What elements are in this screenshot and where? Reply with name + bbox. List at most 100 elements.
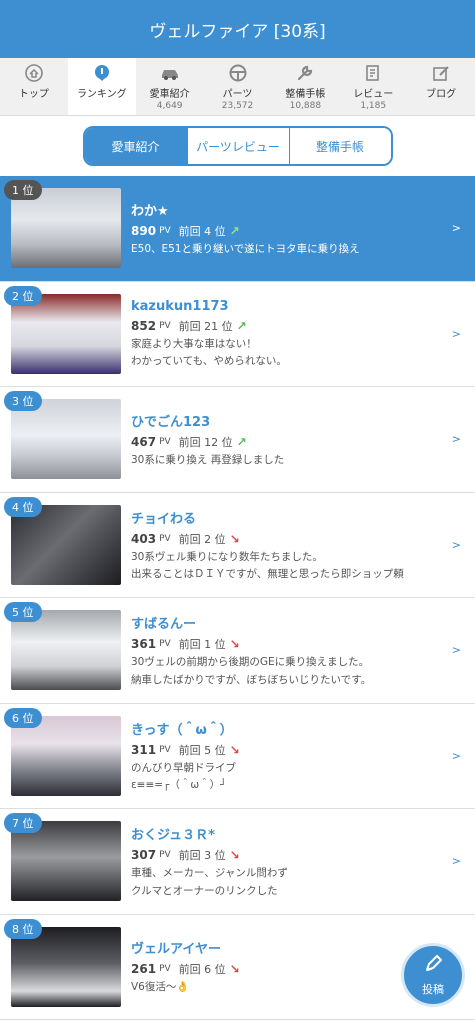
car-thumbnail [11,610,121,691]
tab-parts[interactable]: パーツ 23,572 [204,58,272,115]
description-line-1: E50、E51と乗り継いで遂にトヨタ車に乗り換え [131,242,360,255]
blog-icon [431,64,451,82]
app-header: ヴェルファイア [30系] [0,0,475,58]
ranking-row[interactable]: 5 位 すばるんー 361 PV 前回 1 位 ↘ 30ヴェルの前期から後期のG… [0,598,475,704]
review-icon [363,64,383,82]
user-name[interactable]: すばるんー [131,613,453,632]
rank-badge: 7 位 [4,813,42,833]
ranking-row[interactable]: 4 位 チョイわる 403 PV 前回 2 位 ↘ 30系ヴェル乗りになり数年た… [0,492,475,598]
pv-line: 852 PV 前回 21 位 ↗ [131,318,453,334]
description-line-2: 納車したばかりですが、ぼちぼちいじりたいです。 [131,673,372,686]
rank-badge: 4 位 [4,496,42,517]
description-line-1: 車種、メーカー、ジャンル問わず [131,867,288,880]
post-button-label: 投稿 [422,983,444,996]
chevron-right-icon: > [451,538,461,552]
tab-label: ブログ [426,89,457,100]
segment-car-intro[interactable]: 愛車紹介 [84,128,187,164]
ranking-info: きっす（＾ω＾） 311 PV 前回 5 位 ↘ のんびり早朝ドライブ ε≡≡=… [131,719,475,793]
previous-rank: 前回 3 位 [178,849,226,863]
user-name[interactable]: チョイわる [131,508,453,527]
rank-badge: 3 位 [4,391,42,411]
user-name[interactable]: わか★ [131,200,453,219]
ranking-info: kazukun1173 852 PV 前回 21 位 ↗ 家庭より大事な車はない… [131,299,475,369]
trend-up-icon: ↗ [236,318,247,333]
user-name[interactable]: きっす（＾ω＾） [131,719,453,738]
pv-count: 852 [131,318,157,333]
ranking-info: おくジュ３Ｒ* 307 PV 前回 3 位 ↘ 車種、メーカー、ジャンル問わず … [131,824,475,898]
car-thumbnail [11,188,121,269]
segment-control: 愛車紹介 パーツレビュー 整備手帳 [82,126,393,166]
category-tabs: トップ ランキング 愛車紹介 4,649 パーツ 23,572 整備手帳 10,… [0,58,475,116]
previous-rank: 前回 5 位 [178,743,226,757]
ranking-row[interactable]: 7 位 おくジュ３Ｒ* 307 PV 前回 3 位 ↘ 車種、メーカー、ジャンル… [0,809,475,915]
pv-count: 311 [131,742,157,757]
chevron-right-icon: > [451,854,461,868]
car-icon [160,64,180,82]
rank-badge: 5 位 [4,602,42,622]
tab-label: トップ [18,89,49,100]
pv-line: 403 PV 前回 2 位 ↘ [131,531,453,547]
pv-count: 361 [131,637,157,652]
previous-rank: 前回 21 位 [178,319,233,333]
ranking-row[interactable]: 3 位 ひでごん123 467 PV 前回 12 位 ↗ 30系に乗り換え 再登… [0,387,475,493]
description-line-1: 30系に乗り換え 再登録しました [131,453,285,466]
tab-blog[interactable]: ブログ [407,58,475,115]
rank-badge: 2 位 [4,285,42,306]
ranking-icon [92,64,112,82]
tab-label: ランキング [76,89,127,100]
ranking-row[interactable]: 1 位 わか★ 890 PV 前回 4 位 ↗ E50、E51と乗り継いで遂にト… [0,176,475,282]
pv-unit: PV [159,533,171,544]
trend-up-icon: ↗ [236,434,247,449]
description-line-1: 家庭より大事な車はない！ [131,337,257,350]
tab-ranking[interactable]: ランキング [67,58,136,115]
rank-badge: 8 位 [4,918,42,939]
chevron-right-icon: > [451,749,461,763]
car-thumbnail [11,399,121,480]
chevron-right-icon: > [451,432,461,446]
user-name[interactable]: おくジュ３Ｒ* [131,824,453,843]
user-name[interactable]: kazukun1173 [131,299,453,314]
tab-top[interactable]: トップ [0,58,68,115]
ranking-info: わか★ 890 PV 前回 4 位 ↗ E50、E51と乗り継いで遂にトヨタ車に… [131,200,475,257]
chevron-right-icon: > [451,221,461,235]
ranking-info: チョイわる 403 PV 前回 2 位 ↘ 30系ヴェル乗りになり数年たちました… [131,508,475,582]
pen-icon [422,953,444,979]
pv-unit: PV [159,964,171,975]
pv-count: 890 [131,223,157,238]
page-title: ヴェルファイア [30系] [149,21,326,42]
description-line-2: 出来ることはＤＩＹですが、無理と思ったら即ショップ頼 [131,568,404,581]
rank-badge: 6 位 [4,707,42,728]
ranking-info: ひでごん123 467 PV 前回 12 位 ↗ 30系に乗り換え 再登録しまし… [131,411,475,468]
previous-rank: 前回 6 位 [178,963,226,977]
car-thumbnail [11,821,121,902]
tab-count: 10,888 [289,101,322,111]
chevron-right-icon: > [451,643,461,657]
pv-unit: PV [159,639,171,650]
description-line-2: ε≡≡=┌（＾ω＾）┘ [131,779,227,792]
description-line-2: わかっていても、やめられない。 [131,355,287,368]
tab-review[interactable]: レビュー 1,185 [339,58,407,115]
trend-down-icon: ↘ [229,848,240,863]
trend-down-icon: ↘ [229,637,240,652]
pv-line: 307 PV 前回 3 位 ↘ [131,847,453,863]
pv-unit: PV [159,850,171,861]
tab-maintenance[interactable]: 整備手帳 10,888 [271,58,339,115]
segment-parts-review[interactable]: パーツレビュー [186,128,289,164]
ranking-row[interactable]: 2 位 kazukun1173 852 PV 前回 21 位 ↗ 家庭より大事な… [0,281,475,387]
tab-car-intro[interactable]: 愛車紹介 4,649 [136,58,204,115]
description-line-2: クルマとオーナーのリンクした [131,884,278,897]
pv-count: 261 [131,962,157,977]
ranking-row[interactable]: 6 位 きっす（＾ω＾） 311 PV 前回 5 位 ↘ のんびり早朝ドライブ … [0,703,475,809]
segment-maintenance[interactable]: 整備手帳 [288,128,391,164]
pv-unit: PV [159,320,171,331]
tab-label: 愛車紹介 [149,89,190,100]
user-name[interactable]: ヴェルアイヤー [131,938,453,957]
trend-down-icon: ↘ [229,531,240,546]
steering-wheel-icon [228,64,248,82]
car-thumbnail [11,293,121,374]
tab-count: 4,649 [156,101,183,111]
user-name[interactable]: ひでごん123 [131,411,453,430]
post-button[interactable]: 投稿 [401,943,465,1007]
rank-badge: 1 位 [4,180,42,200]
previous-rank: 前回 2 位 [178,532,226,546]
